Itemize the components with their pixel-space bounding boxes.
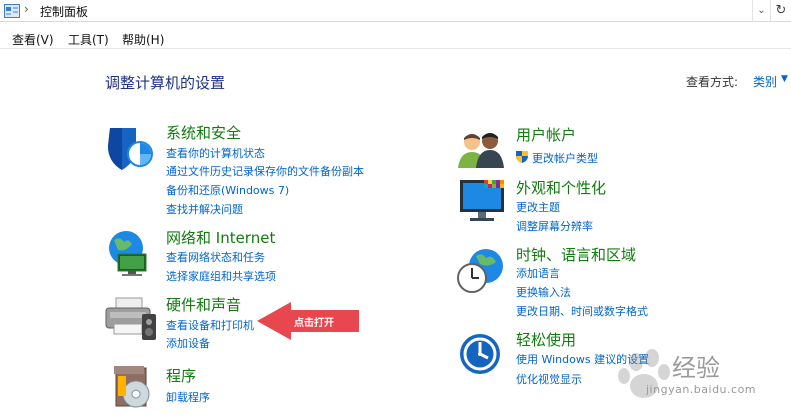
view-by-dropdown[interactable]: 类别	[753, 73, 777, 90]
category-programs[interactable]: 程序	[166, 365, 196, 386]
breadcrumb-separator: ›	[24, 2, 29, 16]
control-panel-icon	[4, 4, 20, 18]
menu-help[interactable]: 帮助(H)	[122, 31, 164, 48]
address-bar[interactable]: › 控制面板 ⌄ ↻	[0, 0, 791, 22]
link-backup-restore[interactable]: 备份和还原(Windows 7)	[166, 182, 289, 198]
shield-icon	[108, 128, 153, 170]
annotation-label: 点击打开	[294, 318, 334, 329]
link-change-input-method[interactable]: 更换输入法	[516, 284, 571, 300]
category-appearance[interactable]: 外观和个性化	[516, 177, 606, 198]
network-globe-icon	[109, 231, 147, 276]
link-view-computer-status[interactable]: 查看你的计算机状态	[166, 145, 265, 161]
link-add-device[interactable]: 添加设备	[166, 335, 210, 351]
uac-shield-icon	[516, 151, 528, 163]
category-clock-language-region[interactable]: 时钟、语言和区域	[516, 244, 636, 265]
user-accounts-icon	[458, 133, 504, 168]
link-date-time-format[interactable]: 更改日期、时间或数字格式	[516, 303, 648, 319]
link-file-history-backup[interactable]: 通过文件历史记录保存你的文件备份副本	[166, 163, 364, 179]
category-network-internet[interactable]: 网络和 Internet	[166, 227, 275, 248]
ease-of-access-icon	[460, 334, 500, 374]
link-change-account-type[interactable]: 更改帐户类型	[532, 150, 598, 166]
menu-tools[interactable]: 工具(T)	[68, 31, 109, 48]
printer-icon	[105, 297, 156, 340]
menu-view[interactable]: 查看(V)	[12, 31, 54, 48]
link-add-language[interactable]: 添加语言	[516, 265, 560, 281]
appearance-monitor-icon	[460, 180, 504, 221]
link-network-status[interactable]: 查看网络状态和任务	[166, 249, 265, 265]
link-devices-printers[interactable]: 查看设备和打印机	[166, 317, 254, 333]
category-ease-of-access[interactable]: 轻松使用	[516, 329, 576, 350]
link-screen-resolution[interactable]: 调整屏幕分辨率	[516, 218, 593, 234]
watermark-text: 经验	[672, 354, 720, 382]
category-hardware-sound[interactable]: 硬件和声音	[166, 294, 241, 315]
chevron-down-icon[interactable]: ▼	[781, 74, 788, 84]
view-by-label: 查看方式:	[686, 75, 739, 89]
menu-bar: 查看(V) 工具(T) 帮助(H)	[0, 27, 791, 49]
link-optimize-visual-display[interactable]: 优化视觉显示	[516, 371, 582, 387]
watermark-url: jingyan.baidu.com	[646, 383, 757, 396]
programs-icon	[114, 366, 150, 408]
breadcrumb-control-panel[interactable]: 控制面板	[40, 3, 88, 20]
page-title: 调整计算机的设置	[105, 74, 226, 92]
refresh-button[interactable]: ↻	[770, 0, 791, 22]
link-troubleshoot[interactable]: 查找并解决问题	[166, 201, 243, 217]
link-uninstall-program[interactable]: 卸载程序	[166, 389, 210, 405]
link-homegroup-sharing[interactable]: 选择家庭组和共享选项	[166, 268, 276, 284]
category-system-security[interactable]: 系统和安全	[166, 122, 241, 143]
category-user-accounts[interactable]: 用户帐户	[516, 124, 576, 145]
link-change-theme[interactable]: 更改主题	[516, 199, 560, 215]
address-dropdown-button[interactable]: ⌄	[752, 0, 770, 22]
clock-globe-icon	[457, 249, 503, 293]
